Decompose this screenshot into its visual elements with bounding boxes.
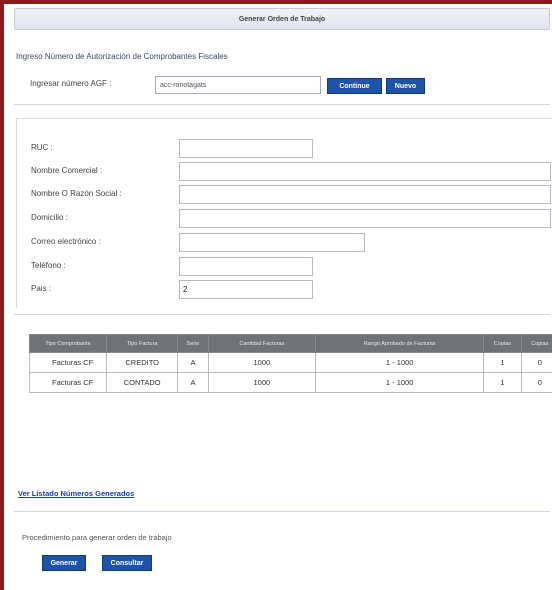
table-cell: 1000 (207, 372, 317, 393)
form-row-address: Domicilio : (31, 209, 551, 228)
table-cell: 1000 (207, 352, 317, 373)
afc-field-label: Ingresar número AGF : (30, 79, 112, 88)
form-row-commercial-name: Nombre Comercial : (31, 162, 551, 181)
taxpayer-form: RUC : Nombre Comercial : Nombre O Razón … (16, 118, 552, 308)
email-input[interactable] (179, 233, 365, 252)
table-cell: Facturas CF (28, 352, 108, 373)
country-input[interactable] (179, 280, 313, 299)
table-header: Copias (520, 334, 552, 353)
form-row-ruc: RUC : (31, 139, 551, 158)
table-cell: 0 (520, 352, 552, 373)
address-input[interactable] (179, 209, 551, 228)
business-name-input[interactable] (179, 185, 551, 204)
table-cell: 0 (520, 372, 552, 393)
table-cell: 1 - 1000 (315, 352, 485, 373)
phone-input[interactable] (179, 257, 313, 276)
section-divider (14, 104, 550, 105)
table-header: Tipo Comprobante (28, 334, 108, 353)
country-label: Pais : (31, 284, 52, 293)
table-cell: 1 (483, 372, 522, 393)
table-header: Rango Aprobado de Facturas (315, 334, 485, 353)
table-row: Facturas CF CONTADO A 1000 1 - 1000 1 0 (28, 372, 552, 393)
table-cell: Facturas CF (28, 372, 108, 393)
footer-divider (14, 511, 550, 512)
continue-button[interactable]: Continue (327, 78, 382, 94)
table-cell: CONTADO (106, 372, 179, 393)
table-cell: A (177, 352, 209, 373)
address-label: Domicilio : (31, 213, 68, 222)
afc-section-label: Ingreso Número de Autorización de Compro… (16, 52, 228, 61)
table-row: Facturas CF CREDITO A 1000 1 - 1000 1 0 (28, 352, 552, 373)
commercial-name-input[interactable] (179, 162, 551, 181)
email-label: Correo electrónico : (31, 237, 101, 246)
procedure-label: Procedimiento para generar orden de trab… (22, 533, 172, 542)
form-row-country: Pais : (31, 280, 551, 299)
table-header: Copias (483, 334, 522, 353)
table-cell: A (177, 372, 209, 393)
table-cell: 1 - 1000 (315, 372, 485, 393)
invoice-table: Tipo Comprobante Tipo Factura Serie Cant… (28, 334, 552, 393)
table-cell: 1 (483, 352, 522, 373)
new-button[interactable]: Nuevo (386, 78, 425, 94)
table-header: Serie (177, 334, 209, 353)
ruc-label: RUC : (31, 143, 53, 152)
business-name-label: Nombre O Razón Social : (31, 189, 122, 198)
form-row-business-name: Nombre O Razón Social : (31, 185, 551, 204)
form-divider (14, 314, 550, 315)
table-header: Tipo Factura (106, 334, 179, 353)
consult-button[interactable]: Consultar (102, 555, 152, 571)
afc-number-input[interactable] (155, 76, 321, 94)
generate-button[interactable]: Generar (42, 555, 86, 571)
form-row-email: Correo electrónico : (31, 233, 551, 252)
commercial-name-label: Nombre Comercial : (31, 166, 103, 175)
table-header-row: Tipo Comprobante Tipo Factura Serie Cant… (28, 334, 552, 353)
phone-label: Teléfono : (31, 261, 66, 270)
generated-numbers-link[interactable]: Ver Listado Números Generados (18, 489, 134, 498)
ruc-input[interactable] (179, 139, 313, 158)
table-header: Cantidad Facturas (207, 334, 317, 353)
page-title: Generar Orden de Trabajo (14, 8, 550, 30)
form-row-phone: Teléfono : (31, 257, 551, 276)
table-cell: CREDITO (106, 352, 179, 373)
